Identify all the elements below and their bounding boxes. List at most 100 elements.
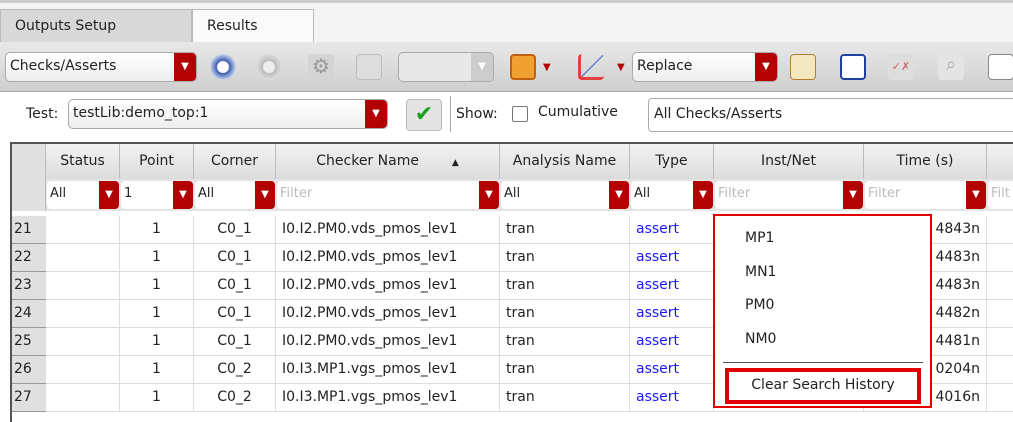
plot-icon[interactable] bbox=[578, 54, 604, 80]
column-header-status[interactable]: Status bbox=[46, 144, 120, 179]
cell-analysis-name: tran bbox=[500, 328, 630, 356]
column-header-inst-net[interactable]: Inst/Net bbox=[714, 144, 864, 179]
filter-value: All bbox=[50, 186, 67, 201]
filter-field[interactable]: Filter ▼ bbox=[715, 181, 863, 209]
cell-type[interactable]: assert bbox=[630, 272, 714, 300]
cell-checker-name: I0.I3.MP1.vgs_pmos_lev1 bbox=[276, 356, 500, 384]
test-select-value: testLib:demo_top:1 bbox=[73, 105, 209, 121]
cell-corner: C0_1 bbox=[194, 216, 276, 244]
column-header-time[interactable]: Time (s) bbox=[864, 144, 987, 179]
cell-point: 1 bbox=[120, 356, 194, 384]
report-icon[interactable] bbox=[988, 54, 1013, 80]
clear-search-history-item[interactable]: Clear Search History bbox=[725, 368, 921, 404]
view-select[interactable]: Checks/Asserts ▼ bbox=[5, 52, 197, 82]
forward-icon[interactable] bbox=[256, 54, 282, 80]
cell-type[interactable]: assert bbox=[630, 356, 714, 384]
filter-field[interactable]: All ▼ bbox=[501, 181, 629, 209]
column-header-point[interactable]: Point bbox=[120, 144, 194, 179]
chevron-down-icon[interactable]: ▼ bbox=[609, 181, 629, 209]
cell-checker-name: I0.I2.PM0.vds_pmos_lev1 bbox=[276, 216, 500, 244]
filter-checker-name[interactable]: Filter ▼ bbox=[276, 179, 500, 211]
checks-filter-field[interactable]: All Checks/Asserts bbox=[648, 98, 1013, 132]
filter-field[interactable]: All ▼ bbox=[47, 181, 119, 209]
filter-field[interactable]: 1 ▼ bbox=[121, 181, 193, 209]
chevron-down-icon[interactable]: ▼ bbox=[617, 62, 625, 73]
cell-type[interactable]: assert bbox=[630, 216, 714, 244]
history-item-pm0[interactable]: PM0 bbox=[745, 297, 774, 313]
divider bbox=[450, 96, 451, 132]
filter-field[interactable]: Filt bbox=[988, 181, 1013, 209]
back-icon[interactable] bbox=[210, 54, 236, 80]
cell-status bbox=[46, 300, 120, 328]
filter-type[interactable]: All ▼ bbox=[630, 179, 714, 211]
chevron-down-icon[interactable]: ▼ bbox=[693, 181, 713, 209]
cumulative-checkbox[interactable] bbox=[512, 106, 528, 122]
filter-field[interactable]: Filter ▼ bbox=[865, 181, 986, 209]
column-header-type[interactable]: Type bbox=[630, 144, 714, 179]
filter-corner[interactable]: All ▼ bbox=[194, 179, 276, 211]
cell-type[interactable]: assert bbox=[630, 328, 714, 356]
cell-analysis-name: tran bbox=[500, 384, 630, 412]
cell-type[interactable]: assert bbox=[630, 244, 714, 272]
filter-analysis-name[interactable]: All ▼ bbox=[500, 179, 630, 211]
column-header-analysis-name[interactable]: Analysis Name bbox=[500, 144, 630, 179]
row-number: 25 bbox=[12, 328, 46, 356]
chevron-down-icon[interactable]: ▼ bbox=[479, 181, 499, 209]
history-item-mn1[interactable]: MN1 bbox=[745, 264, 776, 280]
cumulative-label: Cumulative bbox=[538, 104, 618, 120]
filter-value: Filter bbox=[718, 186, 751, 201]
cell-status bbox=[46, 216, 120, 244]
filter-status[interactable]: All ▼ bbox=[46, 179, 120, 211]
settings-icon[interactable]: ⚙ bbox=[308, 54, 334, 80]
cell-type[interactable]: assert bbox=[630, 300, 714, 328]
apply-check-button[interactable]: ✔ bbox=[406, 99, 442, 131]
test-label: Test: bbox=[26, 106, 59, 122]
filter-value: 1 bbox=[124, 186, 133, 201]
column-header-corner[interactable]: Corner bbox=[194, 144, 276, 179]
cell-corner: C0_2 bbox=[194, 384, 276, 412]
cell-corner: C0_1 bbox=[194, 328, 276, 356]
row-number: 21 bbox=[12, 216, 46, 244]
chevron-down-icon[interactable]: ▼ bbox=[543, 62, 551, 73]
swap-icon[interactable] bbox=[510, 54, 536, 80]
column-header-extra[interactable] bbox=[987, 144, 1013, 179]
corner-header bbox=[12, 144, 46, 211]
filter-field[interactable]: Filter ▼ bbox=[277, 181, 499, 209]
filter-value: All bbox=[198, 186, 215, 201]
column-header-checker-name[interactable]: Checker Name ▲ bbox=[276, 144, 500, 179]
check-cross-icon[interactable]: ✓✗ bbox=[888, 54, 914, 80]
chevron-down-icon[interactable]: ▼ bbox=[255, 181, 275, 209]
filter-time[interactable]: Filter ▼ bbox=[864, 179, 987, 211]
filter-extra[interactable]: Filt bbox=[987, 179, 1013, 211]
checks-filter-value: All Checks/Asserts bbox=[654, 106, 783, 122]
filter-value: All bbox=[504, 186, 521, 201]
disabled-combo[interactable]: ▼ bbox=[398, 52, 494, 82]
chevron-down-icon[interactable]: ▼ bbox=[173, 181, 193, 209]
history-item-nm0[interactable]: NM0 bbox=[745, 331, 776, 347]
plot-mode-select[interactable]: Replace ▼ bbox=[632, 52, 778, 82]
chevron-down-icon[interactable]: ▼ bbox=[99, 181, 119, 209]
tab-bar: Outputs Setup Results bbox=[0, 0, 1013, 43]
chevron-down-icon: ▼ bbox=[755, 53, 777, 81]
chevron-down-icon[interactable]: ▼ bbox=[843, 181, 863, 209]
cell-analysis-name: tran bbox=[500, 216, 630, 244]
menu-separator bbox=[723, 362, 923, 363]
edit-note-icon[interactable] bbox=[790, 54, 816, 80]
tab-results[interactable]: Results bbox=[192, 9, 314, 43]
cell-type[interactable]: assert bbox=[630, 384, 714, 412]
tab-outputs-setup[interactable]: Outputs Setup bbox=[0, 9, 192, 43]
chevron-down-icon[interactable]: ▼ bbox=[966, 181, 986, 209]
edit-form-icon[interactable] bbox=[840, 54, 866, 80]
zoom-icon[interactable]: ⌕ bbox=[938, 54, 964, 80]
row-number: 27 bbox=[12, 384, 46, 412]
table-icon[interactable] bbox=[356, 54, 382, 80]
filter-point[interactable]: 1 ▼ bbox=[120, 179, 194, 211]
filter-field[interactable]: All ▼ bbox=[631, 181, 713, 209]
filter-inst-net[interactable]: Filter ▼ bbox=[714, 179, 864, 211]
history-item-mp1[interactable]: MP1 bbox=[745, 230, 774, 246]
test-select[interactable]: testLib:demo_top:1 ▼ bbox=[68, 99, 388, 129]
cell-status bbox=[46, 272, 120, 300]
cell-checker-name: I0.I2.PM0.vds_pmos_lev1 bbox=[276, 328, 500, 356]
cell-point: 1 bbox=[120, 216, 194, 244]
filter-field[interactable]: All ▼ bbox=[195, 181, 275, 209]
